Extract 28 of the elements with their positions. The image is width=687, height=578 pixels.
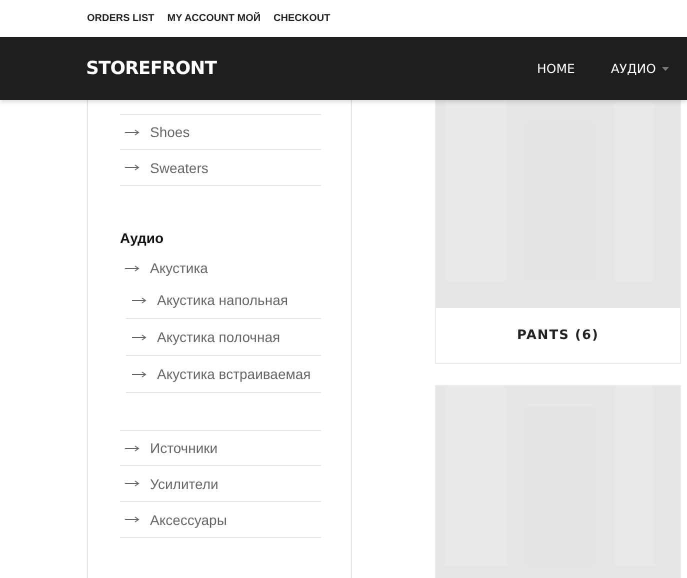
product-title: PANTS (6) [516, 327, 600, 345]
category-link[interactable]: Акустика напольная [126, 282, 321, 319]
arrow-icon [125, 480, 140, 487]
nav-link[interactable]: АУДИО [610, 61, 669, 76]
arrow-icon [125, 516, 140, 523]
arrow-icon [132, 370, 147, 378]
category-link[interactable]: Источники [120, 430, 321, 466]
category-heading: Аудио [120, 230, 165, 246]
category-link[interactable]: Акустика встраиваемая [126, 356, 321, 393]
category-link[interactable]: Акустика [120, 254, 321, 282]
arrow-icon [125, 444, 140, 452]
arrow-icon [125, 128, 140, 136]
caret-icon [662, 66, 669, 70]
arrow-icon [125, 264, 140, 272]
top-link[interactable]: ORDERS LIST [87, 13, 154, 24]
nav-link[interactable]: HOME [536, 61, 575, 76]
category-link[interactable]: Sweaters [120, 150, 321, 186]
category-link[interactable]: Shoes [120, 114, 321, 150]
category-link[interactable]: Аксессуары [120, 502, 321, 538]
category-link[interactable]: Усилители [120, 466, 321, 502]
arrow-icon [125, 164, 140, 171]
arrow-icon [132, 334, 147, 340]
top-link[interactable]: MY ACCOUNT МОЙ [167, 13, 261, 24]
category-link[interactable]: Акустика полочная [126, 319, 321, 356]
logo[interactable]: STOREFRONT [86, 58, 217, 79]
product-card[interactable]: PANTS (6) [435, 100, 681, 364]
top-link[interactable]: CHECKOUT [274, 13, 330, 24]
arrow-icon [132, 296, 147, 304]
